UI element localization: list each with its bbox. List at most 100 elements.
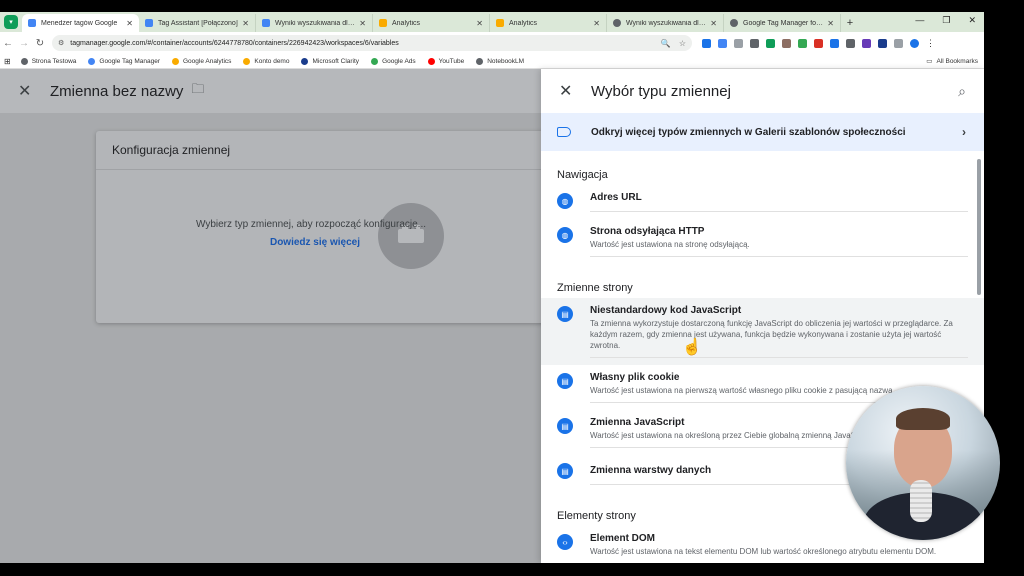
url-text: tagmanager.google.com/#/container/accoun…: [70, 39, 399, 47]
zoom-icon[interactable]: 🔍: [661, 39, 671, 48]
close-panel-icon[interactable]: ✕: [559, 81, 583, 101]
seo-extension-icon[interactable]: [750, 38, 759, 48]
cookie-extension-icon[interactable]: [782, 38, 791, 48]
badge-extension-icon[interactable]: [862, 38, 871, 48]
bookmark-icon: [20, 57, 28, 65]
analytics-favicon-icon: [379, 19, 387, 27]
bookmark-icon: [476, 57, 484, 65]
bookmark-strona-testowa[interactable]: Strona Testowa: [20, 57, 76, 65]
panel-title: Wybór typu zmiennej: [591, 82, 731, 100]
bookmark-notebooklm[interactable]: NotebookLM: [476, 57, 524, 65]
bookmark-youtube[interactable]: YouTube: [427, 57, 464, 65]
bookmark-google-ads[interactable]: Google Ads: [371, 57, 416, 65]
variable-type-placeholder-icon[interactable]: [378, 203, 444, 269]
dm-extension-icon[interactable]: [766, 38, 775, 48]
bookmark-icon: [371, 57, 379, 65]
bookmark-icon: [427, 57, 435, 65]
community-gallery-banner[interactable]: Odkryj więcej typów zmiennych w Galerii …: [541, 113, 984, 151]
restore-icon[interactable]: ❐: [942, 15, 950, 26]
section-navigation: Nawigacja: [557, 169, 608, 181]
code-icon: ‹›: [557, 534, 573, 550]
magnifier-extension-icon[interactable]: [846, 38, 855, 48]
learn-more-link[interactable]: Dowiedz się więcej: [0, 237, 630, 248]
gtm-favicon-icon: [28, 19, 36, 27]
gtm-app: ✕ Zmienna bez nazwy 🗀 Konfiguracja zmien…: [0, 69, 984, 563]
bookmark-ga[interactable]: Google Analytics: [171, 57, 231, 65]
tab-search-results-2[interactable]: Wyniki wyszukiwania dla „frazy ✕: [607, 14, 724, 32]
new-tab-button[interactable]: +: [841, 17, 859, 29]
triangle-extension-icon[interactable]: [878, 38, 887, 48]
bookmarks-bar: ⊞ Strona Testowa Google Tag Manager Goog…: [0, 54, 984, 69]
web-favicon-icon: [613, 19, 621, 27]
extensions-bar: ⋮: [702, 38, 935, 49]
variable-editor-header: ✕ Zmienna bez nazwy 🗀: [0, 69, 541, 113]
microphone: [910, 480, 932, 522]
tab-analytics-2[interactable]: Analytics ✕: [490, 14, 607, 32]
document-icon: ▤: [557, 373, 573, 389]
close-tab-icon[interactable]: ✕: [827, 19, 834, 28]
close-window-icon[interactable]: ✕: [968, 15, 976, 26]
webcam-overlay: [846, 386, 1000, 540]
section-page-variables: Zmienne strony: [557, 282, 633, 294]
bookmark-icon: [301, 57, 309, 65]
chevron-right-icon: ›: [962, 125, 966, 139]
variable-type-url[interactable]: ◍ Adres URL: [541, 185, 984, 219]
tab-search-icon[interactable]: ▾: [4, 15, 18, 29]
bookmark-icon: [171, 57, 179, 65]
document-icon: ▤: [557, 418, 573, 434]
puzzle-extension-icon[interactable]: [894, 38, 903, 48]
close-editor-icon[interactable]: ✕: [18, 81, 42, 101]
hand-cursor-icon: ☝: [682, 339, 702, 356]
folder-icon: ▭: [926, 58, 933, 65]
site-info-icon[interactable]: ⚙: [58, 39, 64, 47]
close-tab-icon[interactable]: ✕: [593, 19, 600, 28]
bookmark-star-icon[interactable]: ☆: [679, 39, 686, 48]
panel-scrollbar[interactable]: [977, 159, 981, 295]
address-bar[interactable]: ⚙ tagmanager.google.com/#/container/acco…: [52, 35, 692, 51]
search-favicon-icon: [262, 19, 270, 27]
document-icon: ▤: [557, 463, 573, 479]
presenter-hair: [896, 408, 950, 430]
red-extension-icon[interactable]: [814, 38, 823, 48]
tab-tag-assistant[interactable]: Tag Assistant [Połączono] ✕: [139, 14, 256, 32]
tab-analytics-1[interactable]: Analytics ✕: [373, 14, 490, 32]
forward-icon[interactable]: →: [16, 38, 32, 49]
close-tab-icon[interactable]: ✕: [242, 19, 249, 28]
document-icon: ▤: [557, 306, 573, 322]
bookmark-gtm[interactable]: Google Tag Manager: [88, 57, 160, 65]
web-favicon-icon: [730, 19, 738, 27]
choose-type-prompt: Wybierz typ zmiennej, aby rozpocząć konf…: [195, 219, 426, 230]
search-icon[interactable]: ⌕: [958, 83, 966, 100]
close-tab-icon[interactable]: ✕: [476, 19, 483, 28]
close-tab-icon[interactable]: ✕: [126, 19, 133, 28]
card-title: Konfiguracja zmiennej: [96, 131, 556, 170]
leaf-extension-icon[interactable]: [798, 38, 807, 48]
all-bookmarks[interactable]: ▭ All Bookmarks: [926, 57, 978, 66]
bookmark-clarity[interactable]: Microsoft Clarity: [301, 57, 359, 65]
globe-icon: ◍: [557, 227, 573, 243]
apps-icon[interactable]: ⊞: [4, 57, 11, 66]
filter-extension-icon[interactable]: [702, 38, 711, 48]
variable-name[interactable]: Zmienna bez nazwy: [50, 83, 183, 100]
window-controls: — ❐ ✕: [915, 15, 976, 26]
tab-gtm[interactable]: Menedżer tagów Google ✕: [22, 14, 139, 32]
variable-type-custom-js[interactable]: ▤ Niestandardowy kod JavaScript Ta zmienn…: [541, 298, 984, 365]
menu-dots-icon[interactable]: ⋮: [926, 38, 935, 49]
reload-icon[interactable]: ↻: [32, 38, 48, 49]
minimize-icon[interactable]: —: [915, 15, 924, 26]
close-tab-icon[interactable]: ✕: [359, 19, 366, 28]
address-toolbar: ← → ↻ ⚙ tagmanager.google.com/#/containe…: [0, 32, 984, 54]
close-tab-icon[interactable]: ✕: [710, 19, 717, 28]
tag-extension-icon[interactable]: [718, 38, 727, 48]
analytics-favicon-icon: [496, 19, 504, 27]
variable-type-referrer[interactable]: ◍ Strona odsyłająca HTTP Wartość jest ust…: [541, 219, 984, 264]
back-icon[interactable]: ←: [0, 38, 16, 49]
folder-icon[interactable]: 🗀: [191, 80, 204, 102]
bookmark-icon: [88, 57, 96, 65]
grid-extension-icon[interactable]: [734, 38, 743, 48]
profile-icon[interactable]: [910, 38, 919, 48]
bookmark-konto-demo[interactable]: Konto demo: [243, 57, 289, 65]
blue-extension-icon[interactable]: [830, 38, 839, 48]
tab-search-results-1[interactable]: Wyniki wyszukiwania dla „wafe ✕: [256, 14, 373, 32]
tab-gtm-wordpress[interactable]: Google Tag Manager for Word ✕: [724, 14, 841, 32]
